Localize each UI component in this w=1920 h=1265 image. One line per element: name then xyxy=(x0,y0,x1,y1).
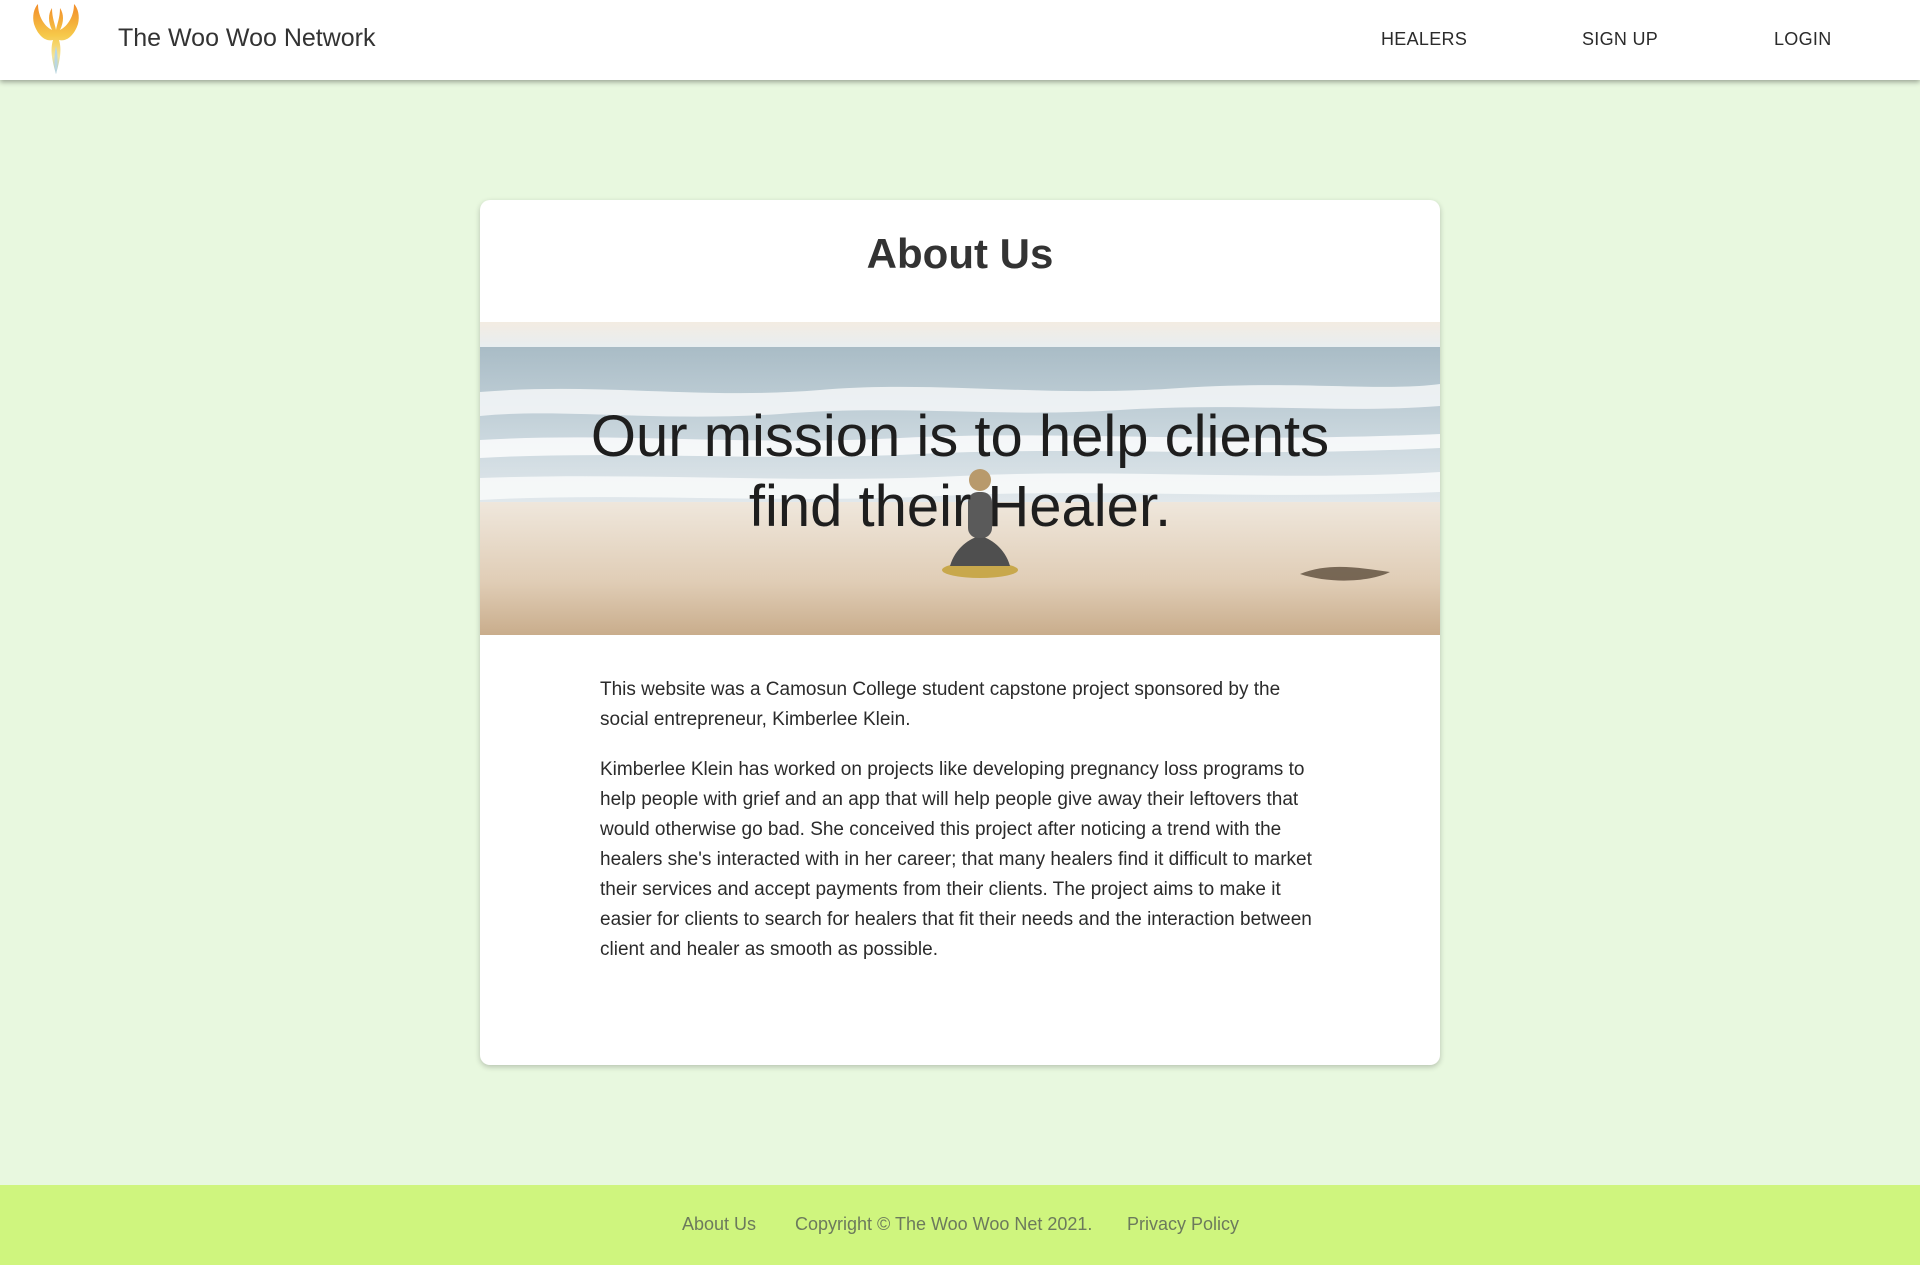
nav-healers-link[interactable]: HEALERS xyxy=(1381,29,1467,50)
page-title: About Us xyxy=(866,230,1054,277)
footer-copyright: Copyright © The Woo Woo Net 2021. xyxy=(795,1214,1093,1234)
footer-about-link[interactable]: About Us xyxy=(682,1214,756,1235)
about-description: This website was a Camosun College stude… xyxy=(600,675,1320,985)
site-footer: About Us Copyright © The Woo Woo Net 202… xyxy=(0,1185,1920,1265)
hero-banner: Our mission is to help clients find thei… xyxy=(480,322,1440,635)
top-navbar: The Woo Woo Network HEALERS SIGN UP LOGI… xyxy=(0,0,1920,80)
nav-signup-link[interactable]: SIGN UP xyxy=(1582,29,1658,50)
mission-statement: Our mission is to help clients find thei… xyxy=(590,404,1330,539)
nav-login-link[interactable]: LOGIN xyxy=(1774,29,1832,50)
phoenix-logo-icon[interactable] xyxy=(28,2,84,76)
footer-privacy-link[interactable]: Privacy Policy xyxy=(1127,1214,1239,1235)
brand-title[interactable]: The Woo Woo Network xyxy=(118,24,376,53)
about-paragraph: This website was a Camosun College stude… xyxy=(600,679,1281,730)
about-card: About Us Our mission is to help clients … xyxy=(480,200,1440,1065)
about-paragraph: Kimberlee Klein has worked on projects l… xyxy=(600,759,1312,960)
